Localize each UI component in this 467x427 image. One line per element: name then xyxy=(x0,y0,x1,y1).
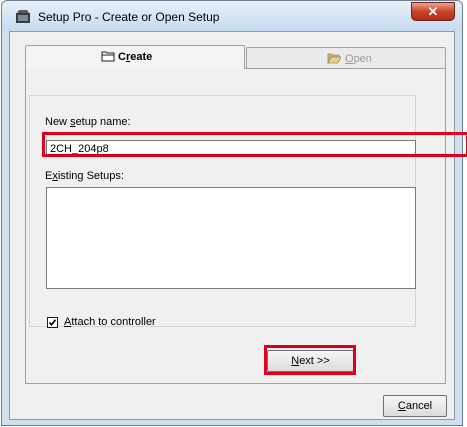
dialog-client-area: Open Create New setup name: Existing Set… xyxy=(9,31,467,420)
tab-open-label: Open xyxy=(345,53,372,65)
new-setup-name-input[interactable] xyxy=(46,140,416,157)
existing-setups-label: Existing Setups: xyxy=(45,170,124,182)
tab-create[interactable]: Create xyxy=(25,45,245,69)
close-button[interactable]: ✕ xyxy=(411,2,455,21)
checkmark-icon xyxy=(48,319,57,327)
title-bar[interactable]: Setup Pro - Create or Open Setup ✕ xyxy=(2,1,462,31)
window-title: Setup Pro - Create or Open Setup xyxy=(38,10,220,24)
attach-to-controller-label[interactable]: Attach to controller xyxy=(64,316,156,328)
cancel-button[interactable]: Cancel xyxy=(383,395,447,417)
tab-open[interactable]: Open xyxy=(246,47,446,69)
next-button[interactable]: Next >> xyxy=(267,350,354,372)
folder-icon xyxy=(101,51,115,62)
attach-to-controller-checkbox[interactable] xyxy=(47,317,58,328)
open-folder-icon xyxy=(327,53,341,64)
setup-pro-app-icon xyxy=(16,10,30,23)
setup-dialog-window: Setup Pro - Create or Open Setup ✕ Open … xyxy=(1,0,467,426)
existing-setups-list[interactable] xyxy=(46,187,416,289)
new-setup-name-label: New setup name: xyxy=(45,116,131,128)
tab-create-label: Create xyxy=(118,51,153,63)
